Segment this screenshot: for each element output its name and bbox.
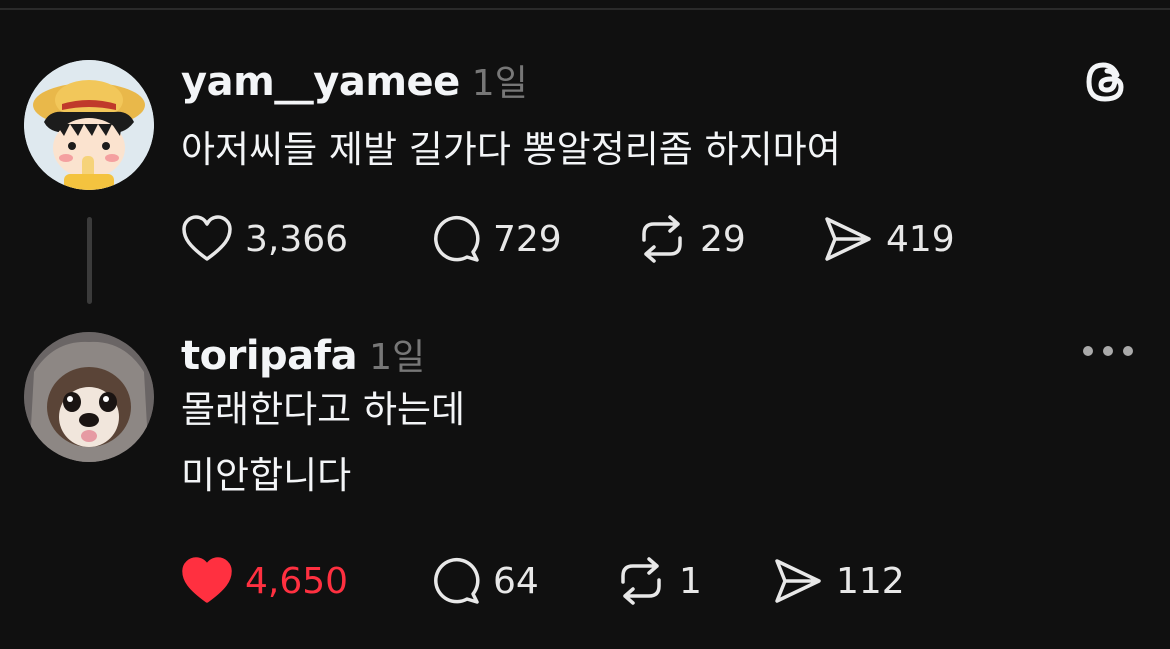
post-text: 몰래한다고 하는데 미안합니다 xyxy=(181,377,465,509)
thread-connector-line xyxy=(87,217,92,304)
comment-bubble-icon xyxy=(434,557,480,604)
username[interactable]: toripafa xyxy=(181,333,358,379)
comment-bubble-icon xyxy=(434,215,480,262)
dog-avatar-icon xyxy=(24,332,154,462)
repost-button[interactable]: 1 xyxy=(615,556,702,606)
repost-button[interactable]: 29 xyxy=(636,214,746,264)
comment-button[interactable]: 64 xyxy=(429,556,539,606)
avatar[interactable] xyxy=(24,60,154,190)
repost-icon xyxy=(621,557,661,605)
send-icon xyxy=(825,217,871,261)
comment-count: 729 xyxy=(493,218,562,260)
comment-button[interactable]: 729 xyxy=(429,214,562,264)
timestamp: 1일 xyxy=(369,337,426,378)
like-button[interactable]: 4,650 xyxy=(181,556,348,606)
threads-logo-icon[interactable] xyxy=(1081,57,1131,107)
post-text-line: 미안합니다 xyxy=(181,454,352,497)
share-button[interactable]: 112 xyxy=(772,556,905,606)
repost-count: 1 xyxy=(679,560,702,602)
repost-icon xyxy=(642,215,682,263)
post-main: yam__yamee 1일 아저씨들 제발 길가다 뽕알정리좀 하지마여 3,3… xyxy=(0,0,1170,320)
timestamp: 1일 xyxy=(471,63,528,104)
like-count: 3,366 xyxy=(245,218,349,260)
heart-icon xyxy=(182,557,232,603)
cartoon-girl-avatar-icon xyxy=(24,60,154,190)
dot xyxy=(1083,346,1093,356)
post-header: yam__yamee 1일 xyxy=(181,54,528,106)
heart-icon xyxy=(182,215,232,261)
share-count: 419 xyxy=(886,218,955,260)
like-count: 4,650 xyxy=(245,560,349,602)
send-icon xyxy=(775,559,821,603)
post-text: 아저씨들 제발 길가다 뽕알정리좀 하지마여 xyxy=(181,117,841,183)
username[interactable]: yam__yamee xyxy=(181,59,460,105)
more-dots-icon[interactable] xyxy=(1083,346,1133,358)
like-button[interactable]: 3,366 xyxy=(181,214,348,264)
share-count: 112 xyxy=(836,560,905,602)
post-reply: toripafa 1일 몰래한다고 하는데 미안합니다 4,650 64 1 1… xyxy=(0,320,1170,649)
post-header: toripafa 1일 xyxy=(181,328,425,380)
avatar[interactable] xyxy=(24,332,154,462)
dot xyxy=(1103,346,1113,356)
post-text-line: 몰래한다고 하는데 xyxy=(181,388,466,431)
dot xyxy=(1123,346,1133,356)
share-button[interactable]: 419 xyxy=(822,214,955,264)
post-text-line: 아저씨들 제발 길가다 뽕알정리좀 하지마여 xyxy=(181,128,841,171)
repost-count: 29 xyxy=(700,218,746,260)
comment-count: 64 xyxy=(493,560,539,602)
